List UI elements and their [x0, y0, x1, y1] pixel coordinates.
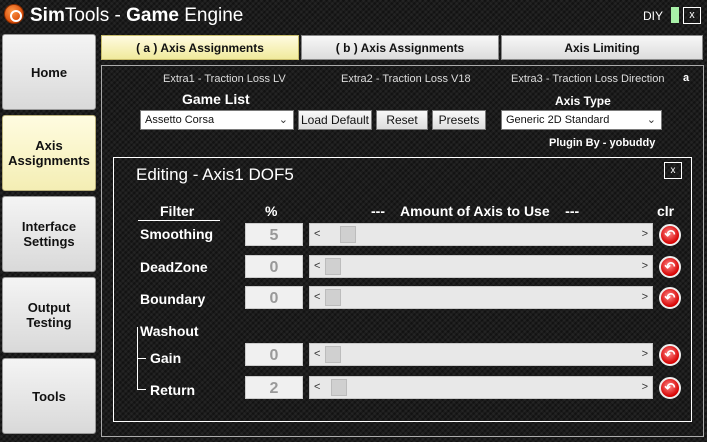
nav-tools-button[interactable]: Tools — [2, 358, 96, 434]
chevron-right-icon[interactable]: > — [642, 224, 648, 245]
amount-header: --- Amount of Axis to Use --- — [371, 203, 580, 219]
nav-interface-settings-button[interactable]: Interface Settings — [2, 196, 96, 272]
title-bar: SimTools - Game Engine DIY x — [0, 0, 707, 32]
nav-home-button[interactable]: Home — [2, 34, 96, 110]
gain-percent-field[interactable]: 0 — [245, 343, 303, 366]
filter-underline — [138, 220, 220, 221]
chevron-left-icon[interactable]: < — [314, 287, 320, 308]
panel-letter: a — [683, 72, 690, 84]
tab-axis-limiting[interactable]: Axis Limiting — [501, 35, 703, 60]
nav-axis-assignments-button[interactable]: Axis Assignments — [2, 115, 96, 191]
washout-label: Washout — [140, 323, 199, 339]
window-close-button[interactable]: x — [683, 7, 701, 24]
washout-gain-tick — [137, 358, 146, 359]
axis-type-value: Generic 2D Standard — [506, 114, 610, 126]
deadzone-slider-thumb[interactable] — [325, 258, 341, 275]
presets-button[interactable]: Presets — [432, 110, 486, 130]
chevron-left-icon[interactable]: < — [314, 344, 320, 365]
boundary-percent-field[interactable]: 0 — [245, 286, 303, 309]
deadzone-label: DeadZone — [140, 259, 208, 275]
deadzone-clear-button[interactable] — [659, 256, 681, 278]
deadzone-slider[interactable]: < > — [309, 255, 653, 278]
diy-label: DIY — [643, 9, 664, 23]
washout-return-tick — [137, 389, 146, 390]
chevron-right-icon[interactable]: > — [642, 256, 648, 277]
boundary-slider[interactable]: < > — [309, 286, 653, 309]
axis-type-label: Axis Type — [555, 94, 611, 108]
extra1-label: Extra1 - Traction Loss LV — [163, 73, 286, 85]
axis-type-select[interactable]: Generic 2D Standard ⌄ — [501, 110, 662, 130]
return-clear-button[interactable] — [659, 377, 681, 399]
deadzone-percent-field[interactable]: 0 — [245, 255, 303, 278]
gain-slider-thumb[interactable] — [325, 346, 341, 363]
tab-axis-assignments-b[interactable]: ( b ) Axis Assignments — [301, 35, 499, 60]
game-list-select[interactable]: Assetto Corsa ⌄ — [140, 110, 294, 130]
reset-button[interactable]: Reset — [376, 110, 428, 130]
chevron-down-icon: ⌄ — [646, 114, 656, 126]
chevron-right-icon[interactable]: > — [642, 377, 648, 398]
editing-title: Editing - Axis1 DOF5 — [136, 165, 294, 184]
extra2-label: Extra2 - Traction Loss V18 — [341, 73, 471, 85]
extra3-label: Extra3 - Traction Loss Direction — [511, 73, 665, 85]
smoothing-slider[interactable]: < > — [309, 223, 653, 246]
game-list-value: Assetto Corsa — [145, 114, 215, 126]
smoothing-percent-field[interactable]: 5 — [245, 223, 303, 246]
nav-output-testing-button[interactable]: Output Testing — [2, 277, 96, 353]
status-indicator — [671, 7, 679, 23]
percent-header: % — [265, 203, 278, 219]
tab-axis-assignments-a[interactable]: ( a ) Axis Assignments — [101, 35, 299, 60]
gain-label: Gain — [150, 350, 182, 366]
gain-slider[interactable]: < > — [309, 343, 653, 366]
chevron-right-icon[interactable]: > — [642, 344, 648, 365]
smoothing-slider-thumb[interactable] — [339, 226, 356, 243]
boundary-label: Boundary — [140, 291, 206, 307]
chevron-left-icon[interactable]: < — [314, 256, 320, 277]
load-default-button[interactable]: Load Default — [298, 110, 372, 130]
return-label: Return — [150, 382, 196, 398]
editing-close-button[interactable]: x — [664, 162, 682, 179]
chevron-down-icon: ⌄ — [278, 114, 288, 126]
chevron-left-icon[interactable]: < — [314, 224, 320, 245]
game-list-label: Game List — [182, 91, 250, 107]
return-percent-field[interactable]: 2 — [245, 376, 303, 399]
return-slider-thumb[interactable] — [330, 379, 347, 396]
app-title: SimTools - Game Engine — [30, 5, 244, 26]
smoothing-label: Smoothing — [140, 226, 214, 242]
boundary-slider-thumb[interactable] — [325, 289, 341, 306]
return-slider[interactable]: < > — [309, 376, 653, 399]
smoothing-clear-button[interactable] — [659, 224, 681, 246]
simtools-logo-icon — [4, 4, 24, 24]
filter-header: Filter — [160, 203, 195, 219]
boundary-clear-button[interactable] — [659, 287, 681, 309]
chevron-right-icon[interactable]: > — [642, 287, 648, 308]
plugin-credit: Plugin By - yobuddy — [549, 137, 656, 149]
clr-header: clr — [657, 203, 675, 219]
chevron-left-icon[interactable]: < — [314, 377, 320, 398]
gain-clear-button[interactable] — [659, 344, 681, 366]
